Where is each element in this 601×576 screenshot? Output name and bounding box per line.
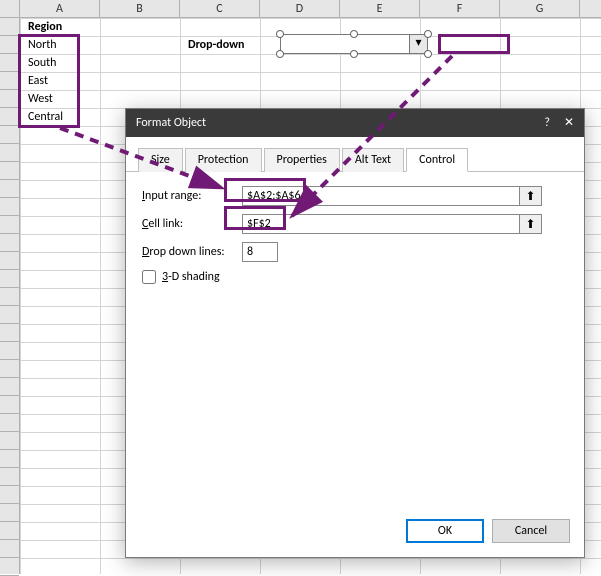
resize-handle-bc[interactable]	[350, 50, 358, 58]
row-header-25[interactable]	[0, 450, 19, 468]
ok-button[interactable]: OK	[406, 519, 484, 543]
row-header-28[interactable]	[0, 504, 19, 522]
row-headers	[0, 18, 20, 574]
row-header-23[interactable]	[0, 414, 19, 432]
col-header-e[interactable]: E	[340, 0, 420, 17]
dropdown-lines-label: Drop down lines:	[142, 245, 242, 259]
col-header-f[interactable]: F	[420, 0, 500, 17]
cell-a1[interactable]: Region	[24, 18, 66, 36]
row-header-24[interactable]	[0, 432, 19, 450]
select-all-cell[interactable]	[0, 0, 20, 17]
close-button[interactable]: ✕	[564, 109, 574, 137]
row-header-1[interactable]	[0, 18, 19, 36]
row-header-27[interactable]	[0, 486, 19, 504]
cell-a4[interactable]: East	[24, 72, 52, 90]
row-header-7[interactable]	[0, 126, 19, 144]
row-header-14[interactable]	[0, 252, 19, 270]
row-header-30[interactable]	[0, 540, 19, 558]
col-header-a[interactable]: A	[20, 0, 100, 17]
cancel-button[interactable]: Cancel	[492, 519, 570, 543]
tab-size[interactable]: Size	[138, 148, 183, 172]
annotation-link-cell	[438, 34, 510, 54]
dialog-tabs: Size Protection Properties Alt Text Cont…	[126, 137, 584, 172]
tab-alttext[interactable]: Alt Text	[342, 148, 404, 172]
input-range-picker-button[interactable]: ⬆	[520, 186, 542, 206]
cell-c2[interactable]: Drop-down	[184, 36, 249, 54]
row-header-8[interactable]	[0, 144, 19, 162]
format-object-dialog: Format Object ? ✕ Size Protection Proper…	[125, 108, 585, 558]
dropdown-lines-field[interactable]	[242, 242, 278, 262]
tab-protection[interactable]: Protection	[185, 148, 262, 172]
shade3d-label: 3-D shading	[162, 270, 220, 284]
row-header-20[interactable]	[0, 360, 19, 378]
shade3d-checkbox-row[interactable]: 3-D shading	[142, 270, 568, 284]
dialog-titlebar[interactable]: Format Object ? ✕	[126, 109, 584, 137]
cell-link-field[interactable]	[242, 214, 520, 234]
row-header-16[interactable]	[0, 288, 19, 306]
input-range-label: Input range:	[142, 189, 242, 203]
ref-picker-icon: ⬆	[525, 189, 535, 204]
cell-a2[interactable]: North	[24, 36, 61, 54]
input-range-field[interactable]	[242, 186, 520, 206]
row-header-5[interactable]	[0, 90, 19, 108]
cell-a6[interactable]: Central	[24, 108, 67, 126]
row-header-18[interactable]	[0, 324, 19, 342]
dialog-title: Format Object	[136, 109, 206, 137]
resize-handle-tc[interactable]	[350, 30, 358, 38]
row-header-6[interactable]	[0, 108, 19, 126]
row-header-9[interactable]	[0, 162, 19, 180]
cell-a3[interactable]: South	[24, 54, 60, 72]
col-header-b[interactable]: B	[100, 0, 180, 17]
row-header-15[interactable]	[0, 270, 19, 288]
row-header-26[interactable]	[0, 468, 19, 486]
row-header-21[interactable]	[0, 378, 19, 396]
row-header-29[interactable]	[0, 522, 19, 540]
col-header-c[interactable]: C	[180, 0, 260, 17]
column-headers: A B C D E F G	[0, 0, 601, 18]
row-header-17[interactable]	[0, 306, 19, 324]
chevron-down-icon: ▾	[415, 36, 421, 50]
resize-handle-tl[interactable]	[276, 30, 284, 38]
row-header-13[interactable]	[0, 234, 19, 252]
row-header-19[interactable]	[0, 342, 19, 360]
ref-picker-icon: ⬆	[525, 217, 535, 232]
cell-link-picker-button[interactable]: ⬆	[520, 214, 542, 234]
tab-properties[interactable]: Properties	[264, 148, 340, 172]
help-button[interactable]: ?	[544, 109, 550, 137]
resize-handle-bl[interactable]	[276, 50, 284, 58]
control-tab-panel: Input range: ⬆ Cell link: ⬆ Drop down li…	[126, 172, 584, 298]
resize-handle-tr[interactable]	[424, 30, 432, 38]
row-header-4[interactable]	[0, 72, 19, 90]
row-header-12[interactable]	[0, 216, 19, 234]
resize-handle-br[interactable]	[424, 50, 432, 58]
cell-a5[interactable]: West	[24, 90, 57, 108]
shade3d-checkbox[interactable]	[142, 270, 156, 284]
row-header-11[interactable]	[0, 198, 19, 216]
row-header-3[interactable]	[0, 54, 19, 72]
row-header-2[interactable]	[0, 36, 19, 54]
row-header-10[interactable]	[0, 180, 19, 198]
cell-link-label: Cell link:	[142, 217, 242, 231]
col-header-g[interactable]: G	[500, 0, 580, 17]
row-header-22[interactable]	[0, 396, 19, 414]
row-header-31[interactable]	[0, 558, 19, 576]
col-header-d[interactable]: D	[260, 0, 340, 17]
tab-control[interactable]: Control	[406, 148, 468, 172]
